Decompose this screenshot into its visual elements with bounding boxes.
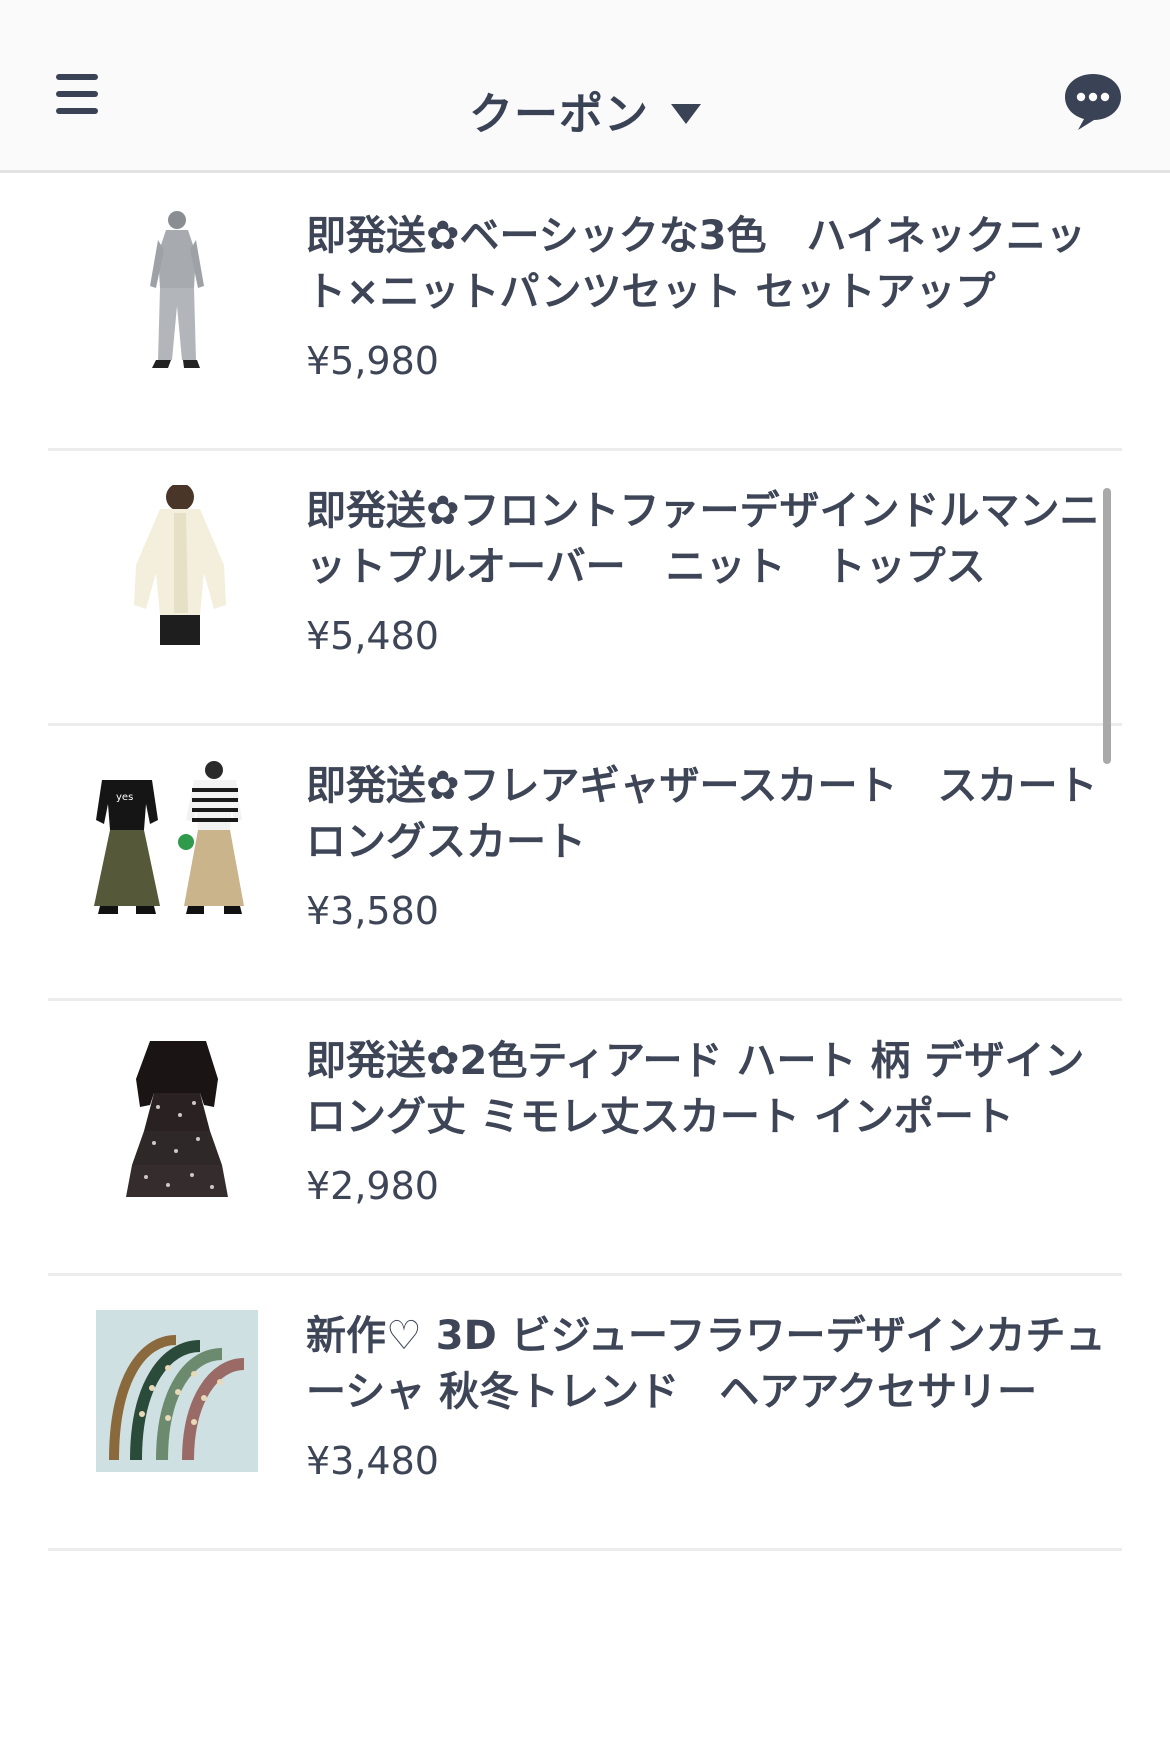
caret-down-icon <box>671 104 701 124</box>
product-name: 即発送✿フロントファーデザインドルマンニットプルオーバー ニット トップス <box>306 488 1100 590</box>
chat-bubble-icon[interactable] <box>1062 70 1124 132</box>
product-image <box>96 210 258 372</box>
product-item[interactable]: 即発送✿2色ティアード ハート 柄 デザイン ロング丈 ミモレ丈スカート インポ… <box>48 1001 1122 1276</box>
top-app-bar: クーポン <box>0 0 1170 173</box>
product-item[interactable]: 新作♡ 3D ビジューフラワーデザインカチューシャ 秋冬トレンド ヘアアクセサリ… <box>48 1276 1122 1551</box>
page-title: クーポン <box>469 89 649 140</box>
product-name: 即発送✿フレアギャザースカート スカート ロングスカート <box>306 763 1118 865</box>
product-image <box>96 483 258 647</box>
product-price: ¥5,980 <box>306 339 439 383</box>
vertical-scrollbar[interactable] <box>1103 488 1111 764</box>
product-item[interactable]: 即発送✿フロントファーデザインドルマンニットプルオーバー ニット トップス ¥5… <box>48 451 1122 726</box>
product-image <box>96 1035 258 1197</box>
product-name: 新作♡ 3D ビジューフラワーデザインカチューシャ 秋冬トレンド ヘアアクセサリ… <box>306 1313 1106 1415</box>
product-item[interactable]: 即発送✿ベーシックな3色 ハイネックニット×ニットパンツセット セットアップ ¥… <box>48 176 1122 451</box>
product-name: 即発送✿2色ティアード ハート 柄 デザイン ロング丈 ミモレ丈スカート インポ… <box>306 1038 1085 1140</box>
product-image <box>96 1310 258 1472</box>
product-item[interactable]: yes 即発送✿フレアギャザースカート スカート ロングスカート ¥3,580 <box>48 726 1122 1001</box>
product-price: ¥3,480 <box>306 1439 439 1483</box>
product-image: yes <box>88 760 258 922</box>
page-title-dropdown[interactable]: クーポン <box>0 78 1170 142</box>
svg-text:yes: yes <box>116 792 133 803</box>
product-list: 即発送✿ベーシックな3色 ハイネックニット×ニットパンツセット セットアップ ¥… <box>48 176 1122 1551</box>
product-price: ¥3,580 <box>306 889 439 933</box>
product-name: 即発送✿ベーシックな3色 ハイネックニット×ニットパンツセット セットアップ <box>306 213 1086 315</box>
product-price: ¥2,980 <box>306 1164 439 1208</box>
product-price: ¥5,480 <box>306 614 439 658</box>
